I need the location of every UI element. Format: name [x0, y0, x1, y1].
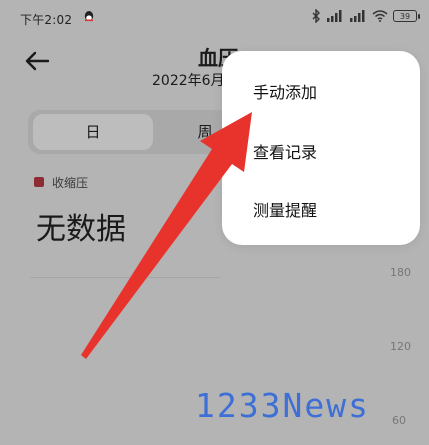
axis-tick: 60	[392, 414, 406, 427]
divider	[30, 277, 220, 278]
signal-icon	[350, 10, 365, 22]
wifi-icon	[372, 10, 388, 22]
menu-item-label: 查看记录	[253, 143, 318, 162]
status-time: 下午2:02	[20, 13, 73, 27]
menu-item-label: 测量提醒	[253, 201, 318, 220]
axis-tick: 120	[390, 340, 411, 353]
back-arrow-icon[interactable]	[22, 46, 52, 76]
qq-icon	[84, 11, 94, 22]
signal-icon	[327, 10, 342, 22]
legend-label: 收缩压	[52, 176, 89, 190]
legend-swatch	[34, 177, 44, 187]
axis-tick: 180	[390, 266, 411, 279]
menu-item-measure-reminder[interactable]: 测量提醒	[222, 179, 420, 237]
watermark: 1233News	[195, 386, 370, 425]
menu-item-label: 手动添加	[253, 83, 318, 102]
overflow-menu: 手动添加 查看记录 测量提醒	[222, 51, 420, 245]
status-icons: 39	[311, 9, 420, 23]
status-bar: 下午2:02 39	[0, 0, 429, 36]
tab-day[interactable]: 日	[33, 114, 153, 150]
bluetooth-icon	[312, 9, 320, 23]
menu-item-manual-add[interactable]: 手动添加	[222, 61, 420, 119]
page-date[interactable]: 2022年6月	[152, 70, 225, 90]
menu-item-view-records[interactable]: 查看记录	[222, 121, 420, 179]
battery-icon: 39	[393, 10, 420, 22]
summary-value: 无数据	[36, 212, 126, 247]
